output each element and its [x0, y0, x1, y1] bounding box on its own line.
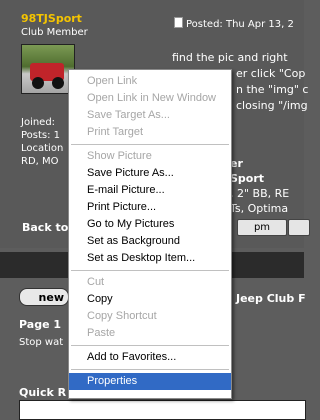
- menu-item-print-target[interactable]: Print Target: [69, 124, 231, 141]
- menu-item-save-picture-as[interactable]: Save Picture As...: [69, 165, 231, 182]
- signature-line: er: [230, 157, 243, 170]
- menu-item-cut[interactable]: Cut: [69, 274, 231, 291]
- signature-line: , 2" BB, RE: [230, 187, 290, 200]
- menu-item-print-picture[interactable]: Print Picture...: [69, 199, 231, 216]
- stop-watching-link[interactable]: Stop wat: [19, 337, 63, 348]
- back-to-top-link[interactable]: Back to: [22, 221, 68, 234]
- poster-meta: Joined: Posts: 1 Location RD, MO: [21, 117, 64, 167]
- page-indicator: Page 1: [19, 318, 62, 331]
- post-icon: [174, 17, 183, 28]
- pm-button[interactable]: pm: [237, 219, 287, 236]
- post-signature: er Sport , 2" BB, RE Ts, Optima: [230, 156, 289, 216]
- menu-item-show-picture[interactable]: Show Picture: [69, 148, 231, 165]
- menu-item-add-to-favorites[interactable]: Add to Favorites...: [69, 349, 231, 366]
- menu-item-properties[interactable]: Properties: [69, 373, 231, 390]
- menu-separator: [71, 369, 229, 370]
- post-date: Posted: Thu Apr 13, 2: [174, 17, 294, 30]
- menu-item-open-link[interactable]: Open Link: [69, 73, 231, 90]
- menu-separator: [71, 144, 229, 145]
- menu-item-copy[interactable]: Copy: [69, 291, 231, 308]
- menu-item-save-target-as[interactable]: Save Target As...: [69, 107, 231, 124]
- post-date-text: Posted: Thu Apr 13, 2: [186, 19, 294, 30]
- menu-separator: [71, 345, 229, 346]
- menu-item-set-as-background[interactable]: Set as Background: [69, 233, 231, 250]
- quick-reply-input[interactable]: [19, 400, 306, 420]
- menu-separator: [71, 270, 229, 271]
- wheel-graphic: [52, 77, 64, 89]
- menu-item-set-as-desktop-item[interactable]: Set as Desktop Item...: [69, 250, 231, 267]
- post-body-line: find the pic and right: [172, 51, 288, 64]
- signature-line: Sport: [230, 172, 265, 185]
- www-button[interactable]: [288, 219, 310, 236]
- menu-item-open-link-in-new-window[interactable]: Open Link in New Window: [69, 90, 231, 107]
- forum-breadcrumb[interactable]: Jeep Club F: [236, 292, 306, 305]
- menu-item-e-mail-picture[interactable]: E-mail Picture...: [69, 182, 231, 199]
- menu-item-go-to-my-pictures[interactable]: Go to My Pictures: [69, 216, 231, 233]
- menu-item-paste[interactable]: Paste: [69, 325, 231, 342]
- menu-item-copy-shortcut[interactable]: Copy Shortcut: [69, 308, 231, 325]
- poster-rank: Club Member: [21, 27, 88, 38]
- wheel-graphic: [32, 77, 44, 89]
- quick-reply-heading: Quick R: [19, 386, 67, 399]
- new-topic-button[interactable]: new: [19, 288, 69, 306]
- poster-avatar[interactable]: [21, 44, 75, 94]
- poster-username[interactable]: 98TJSport: [21, 12, 82, 25]
- context-menu: Open Link Open Link in New Window Save Tar…: [68, 69, 232, 399]
- signature-line: Ts, Optima: [230, 202, 289, 215]
